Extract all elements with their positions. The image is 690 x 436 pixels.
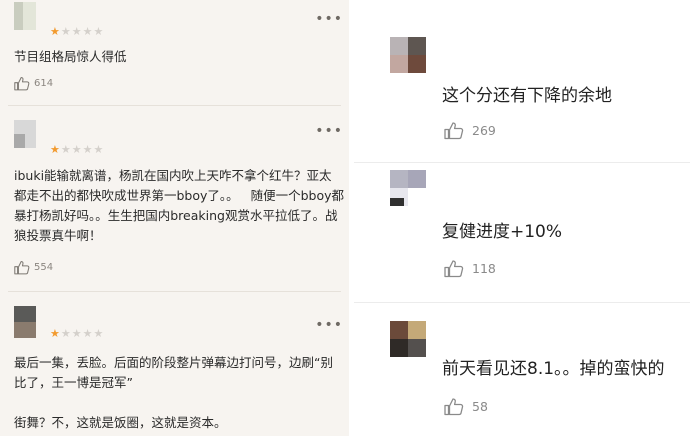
like-button[interactable]: 269 — [444, 119, 496, 141]
star-icon: ★ — [50, 143, 61, 156]
like-count: 58 — [472, 398, 488, 414]
like-count: 118 — [472, 260, 496, 276]
like-button[interactable]: 614 — [14, 75, 53, 91]
star-icon: ★ — [82, 25, 94, 38]
star-icon: ★ — [93, 327, 105, 340]
right-comment-panel: 这个分还有下降的余地 269 复健进度+10% 118 前天看见还8.1。。掉的… — [354, 0, 690, 436]
star-icon: ★ — [71, 143, 83, 156]
comment-text: 前天看见还8.1。。掉的蛮快的 — [442, 359, 665, 379]
more-dots-icon[interactable]: ••• — [315, 12, 343, 26]
avatar[interactable] — [390, 170, 426, 206]
left-review-panel: ★★★★★ ••• 节目组格局惊人得低 614 ★★★★★ ••• ibuki能… — [0, 0, 349, 436]
star-icon: ★ — [71, 25, 83, 38]
more-dots-icon[interactable]: ••• — [315, 318, 343, 332]
review-card: ★★★★★ ••• 最后一集，丢脸。后面的阶段整片弹幕边打问号，边刷“别比了，王… — [0, 292, 349, 436]
review-text: 最后一集，丢脸。后面的阶段整片弹幕边打问号，边刷“别比了，王一博是冠军” 街舞？… — [14, 355, 333, 430]
review-card: ★★★★★ ••• ibuki能输就离谱，杨凯在国内吹上天咋不拿个红牛？亚太都走… — [0, 106, 349, 292]
star-icon: ★ — [60, 327, 72, 340]
avatar[interactable] — [390, 37, 426, 73]
comment-text: 这个分还有下降的余地 — [442, 86, 612, 106]
like-button[interactable]: 554 — [14, 259, 53, 275]
comment-text: 复健进度+10% — [442, 222, 563, 242]
rating-stars: ★★★★★ — [50, 328, 104, 340]
star-icon: ★ — [60, 25, 72, 38]
avatar[interactable] — [14, 306, 36, 338]
thumbs-up-icon — [14, 260, 30, 274]
thumbs-up-icon — [14, 76, 30, 90]
comment-card: 复健进度+10% 118 — [354, 163, 690, 303]
star-icon: ★ — [82, 327, 94, 340]
thumbs-up-icon — [444, 121, 464, 139]
star-icon: ★ — [93, 25, 105, 38]
like-count: 554 — [34, 261, 54, 273]
like-count: 269 — [472, 122, 496, 138]
star-icon: ★ — [82, 143, 94, 156]
star-icon: ★ — [93, 143, 105, 156]
comment-card: 这个分还有下降的余地 269 — [354, 0, 690, 160]
star-icon: ★ — [71, 327, 83, 340]
review-text: ibuki能输就离谱，杨凯在国内吹上天咋不拿个红牛？亚太都走不出的都快吹成世界第… — [14, 168, 344, 243]
avatar[interactable] — [14, 120, 36, 148]
rating-stars: ★★★★★ — [50, 144, 104, 156]
rating-stars: ★★★★★ — [50, 26, 104, 38]
star-icon: ★ — [60, 143, 72, 156]
like-button[interactable]: 58 — [444, 395, 488, 417]
avatar[interactable] — [14, 2, 36, 30]
avatar[interactable] — [390, 321, 426, 357]
like-button[interactable]: 118 — [444, 257, 496, 279]
thumbs-up-icon — [444, 259, 464, 277]
star-icon: ★ — [50, 327, 61, 340]
review-text: 节目组格局惊人得低 — [14, 49, 127, 64]
review-card: ★★★★★ ••• 节目组格局惊人得低 614 — [0, 0, 349, 106]
like-count: 614 — [34, 77, 54, 89]
comment-card: 前天看见还8.1。。掉的蛮快的 58 — [354, 303, 690, 436]
more-dots-icon[interactable]: ••• — [315, 124, 343, 138]
thumbs-up-icon — [444, 397, 464, 415]
star-icon: ★ — [50, 25, 61, 38]
